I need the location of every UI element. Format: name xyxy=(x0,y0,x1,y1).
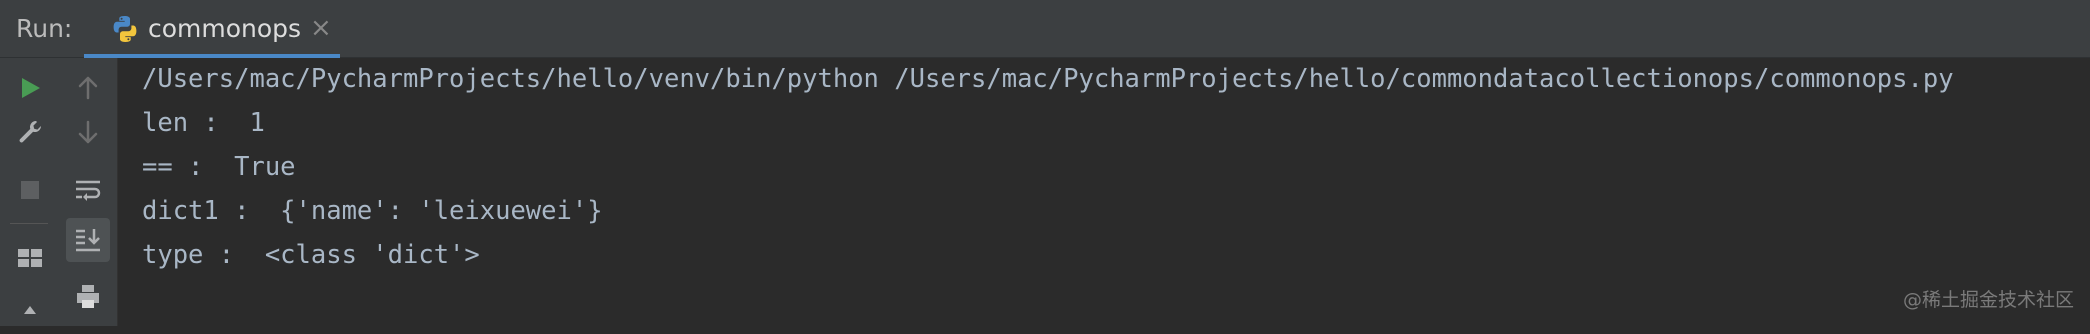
pin-icon xyxy=(24,306,36,314)
pin-tab-button[interactable] xyxy=(8,290,52,334)
console-toolbar xyxy=(58,58,118,326)
python-icon xyxy=(113,16,137,42)
run-tool-window-header: Run: commonops × xyxy=(0,0,2090,58)
console-line: /Users/mac/PycharmProjects/hello/venv/bi… xyxy=(142,64,1954,94)
console-line: == : True xyxy=(142,152,296,182)
settings-button[interactable] xyxy=(8,110,52,154)
soft-wrap-button[interactable] xyxy=(66,168,110,212)
layout-button[interactable] xyxy=(8,236,52,280)
toolbar-separator xyxy=(10,223,48,224)
watermark: @稀土掘金技术社区 xyxy=(1902,289,2074,311)
print-icon xyxy=(77,285,99,308)
next-occurrence-button[interactable] xyxy=(66,110,110,154)
arrow-up-icon xyxy=(78,76,98,100)
arrow-down-icon xyxy=(78,120,98,144)
soft-wrap-icon xyxy=(76,180,101,201)
previous-occurrence-button[interactable] xyxy=(66,66,110,110)
tab-commonops[interactable]: commonops × xyxy=(84,0,340,58)
close-icon[interactable]: × xyxy=(310,12,332,44)
stop-icon xyxy=(21,181,39,199)
console-line: len : 1 xyxy=(142,108,265,138)
run-icon xyxy=(22,78,40,98)
console-line: dict1 : {'name': 'leixuewei'} xyxy=(142,196,603,226)
console-line: type : <class 'dict'> xyxy=(142,240,480,270)
scroll-to-end-button[interactable] xyxy=(66,218,110,262)
layout-icon xyxy=(18,249,42,267)
left-toolbar xyxy=(0,58,58,326)
tab-label: commonops xyxy=(148,14,302,43)
scroll-to-end-icon xyxy=(76,229,100,252)
rerun-button[interactable] xyxy=(8,66,52,110)
stop-button[interactable] xyxy=(8,168,52,212)
print-button[interactable] xyxy=(66,274,110,318)
wrench-icon xyxy=(19,120,42,143)
console-output[interactable]: /Users/mac/PycharmProjects/hello/venv/bi… xyxy=(118,58,2090,326)
run-label: Run: xyxy=(16,14,73,43)
